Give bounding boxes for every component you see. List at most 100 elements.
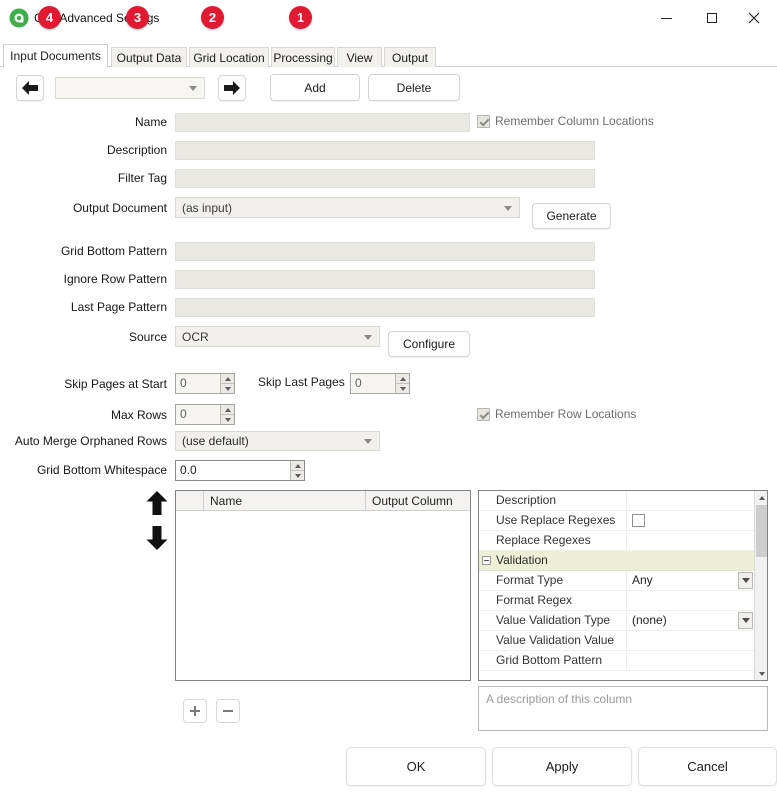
remember-column-locations-label: Remember Column Locations [495, 114, 654, 128]
max-rows-value: 0 [176, 405, 220, 424]
chevron-down-icon [189, 86, 197, 91]
document-selector-combobox[interactable] [55, 77, 205, 99]
max-rows-stepper[interactable]: 0 [175, 404, 235, 425]
tab-grid-location[interactable]: Grid Location [189, 47, 269, 67]
cancel-button[interactable]: Cancel [638, 747, 777, 786]
column-header-name: Name [204, 491, 366, 511]
output-document-combobox[interactable]: (as input) [175, 197, 520, 218]
grid-bottom-pattern-field[interactable] [175, 242, 595, 261]
skip-last-pages-stepper[interactable]: 0 [350, 373, 410, 394]
property-row-description[interactable]: Description [479, 491, 754, 511]
property-row-format-type[interactable]: Format Type Any [479, 571, 754, 591]
skip-pages-at-start-stepper[interactable]: 0 [175, 373, 235, 394]
stepper-up-icon[interactable] [396, 374, 409, 384]
close-icon [748, 12, 760, 24]
tab-view[interactable]: View [337, 47, 382, 67]
property-row-grid-bottom-pattern[interactable]: Grid Bottom Pattern [479, 651, 754, 671]
scroll-up-icon[interactable] [755, 491, 768, 504]
plus-icon-vertical [194, 706, 196, 716]
grid-advanced-settings-window: Grid Advanced Settings 4 3 2 1 Input Doc… [0, 0, 777, 796]
value-validation-type-dropdown-button[interactable] [738, 612, 753, 629]
previous-document-button[interactable] [16, 75, 44, 101]
filter-tag-field[interactable] [175, 169, 595, 188]
remember-row-locations-label: Remember Row Locations [495, 407, 636, 421]
add-button[interactable]: Add [270, 74, 360, 101]
column-description-textarea[interactable] [478, 686, 768, 731]
stepper-down-icon[interactable] [221, 415, 234, 424]
stepper-buttons[interactable] [220, 374, 234, 393]
maximize-icon [707, 13, 717, 23]
property-row-value-validation-type[interactable]: Value Validation Type (none) [479, 611, 754, 631]
stepper-down-icon[interactable] [291, 471, 304, 480]
description-field[interactable] [175, 141, 595, 160]
minimize-button[interactable] [643, 0, 689, 36]
output-document-value: (as input) [182, 201, 232, 215]
max-rows-label: Max Rows [0, 406, 167, 425]
stepper-up-icon[interactable] [221, 405, 234, 415]
skip-pages-at-start-value: 0 [176, 374, 220, 393]
tab-output-data[interactable]: Output Data [111, 47, 187, 67]
maximize-button[interactable] [689, 0, 735, 36]
property-grid-scrollbar[interactable] [754, 491, 767, 680]
last-page-pattern-field[interactable] [175, 298, 595, 317]
generate-button[interactable]: Generate [532, 203, 611, 229]
stepper-up-icon[interactable] [291, 461, 304, 471]
tab-output[interactable]: Output [384, 47, 436, 67]
property-row-replace-regexes[interactable]: Replace Regexes [479, 531, 754, 551]
tab-processing[interactable]: Processing [271, 47, 335, 67]
row-selector-header [176, 491, 204, 511]
grid-bottom-whitespace-stepper[interactable]: 0.0 [175, 460, 305, 481]
scroll-down-icon[interactable] [755, 667, 768, 680]
property-row-value-validation-value[interactable]: Value Validation Value [479, 631, 754, 651]
stepper-buttons[interactable] [220, 405, 234, 424]
columns-table[interactable]: Name Output Column [175, 490, 471, 681]
move-column-up-button[interactable] [146, 491, 170, 515]
grid-bottom-pattern-label: Grid Bottom Pattern [0, 242, 167, 261]
source-combobox[interactable]: OCR [175, 326, 380, 347]
arrow-down-icon [146, 526, 168, 550]
stepper-up-icon[interactable] [221, 374, 234, 384]
stepper-buttons[interactable] [395, 374, 409, 393]
stepper-down-icon[interactable] [396, 384, 409, 393]
delete-button[interactable]: Delete [368, 74, 460, 101]
column-property-grid[interactable]: Description Use Replace Regexes Replace … [478, 490, 768, 681]
title-bar: Grid Advanced Settings [0, 0, 777, 36]
property-row-format-regex[interactable]: Format Regex [479, 591, 754, 611]
auto-merge-orphaned-rows-label: Auto Merge Orphaned Rows [0, 432, 167, 451]
move-column-down-button[interactable] [146, 526, 170, 550]
columns-table-header: Name Output Column [176, 491, 470, 511]
ok-button[interactable]: OK [346, 747, 486, 786]
property-category-validation[interactable]: Validation [479, 551, 754, 571]
add-column-button[interactable] [183, 699, 207, 723]
output-document-label: Output Document [0, 199, 167, 218]
stepper-buttons[interactable] [290, 461, 304, 480]
remove-column-button[interactable] [216, 699, 240, 723]
chevron-down-icon [364, 439, 372, 444]
arrow-up-icon [146, 491, 168, 515]
annotation-badge-1: 1 [289, 6, 312, 29]
apply-button[interactable]: Apply [492, 747, 632, 786]
arrow-right-icon [224, 81, 240, 95]
name-field[interactable] [175, 113, 470, 132]
tab-strip: Input Documents Output Data Grid Locatio… [0, 44, 777, 67]
annotation-badge-2: 2 [201, 6, 224, 29]
filter-tag-label: Filter Tag [0, 169, 167, 188]
remember-column-locations-checkbox[interactable]: Remember Column Locations [477, 114, 654, 128]
chevron-down-icon [364, 335, 372, 340]
scrollbar-thumb[interactable] [756, 505, 767, 557]
stepper-down-icon[interactable] [221, 384, 234, 393]
configure-button[interactable]: Configure [388, 331, 470, 357]
next-document-button[interactable] [218, 75, 246, 101]
last-page-pattern-label: Last Page Pattern [0, 298, 167, 317]
use-replace-regexes-checkbox[interactable] [632, 514, 645, 527]
property-row-use-replace-regexes[interactable]: Use Replace Regexes [479, 511, 754, 531]
format-type-dropdown-button[interactable] [738, 572, 753, 589]
remember-row-locations-checkbox[interactable]: Remember Row Locations [477, 407, 636, 421]
annotation-badge-4: 4 [38, 6, 61, 29]
tab-input-documents[interactable]: Input Documents [3, 44, 108, 68]
grid-bottom-whitespace-label: Grid Bottom Whitespace [0, 461, 167, 480]
auto-merge-orphaned-rows-combobox[interactable]: (use default) [175, 431, 380, 451]
ignore-row-pattern-field[interactable] [175, 270, 595, 289]
close-button[interactable] [731, 0, 777, 36]
skip-pages-at-start-label: Skip Pages at Start [0, 375, 167, 394]
